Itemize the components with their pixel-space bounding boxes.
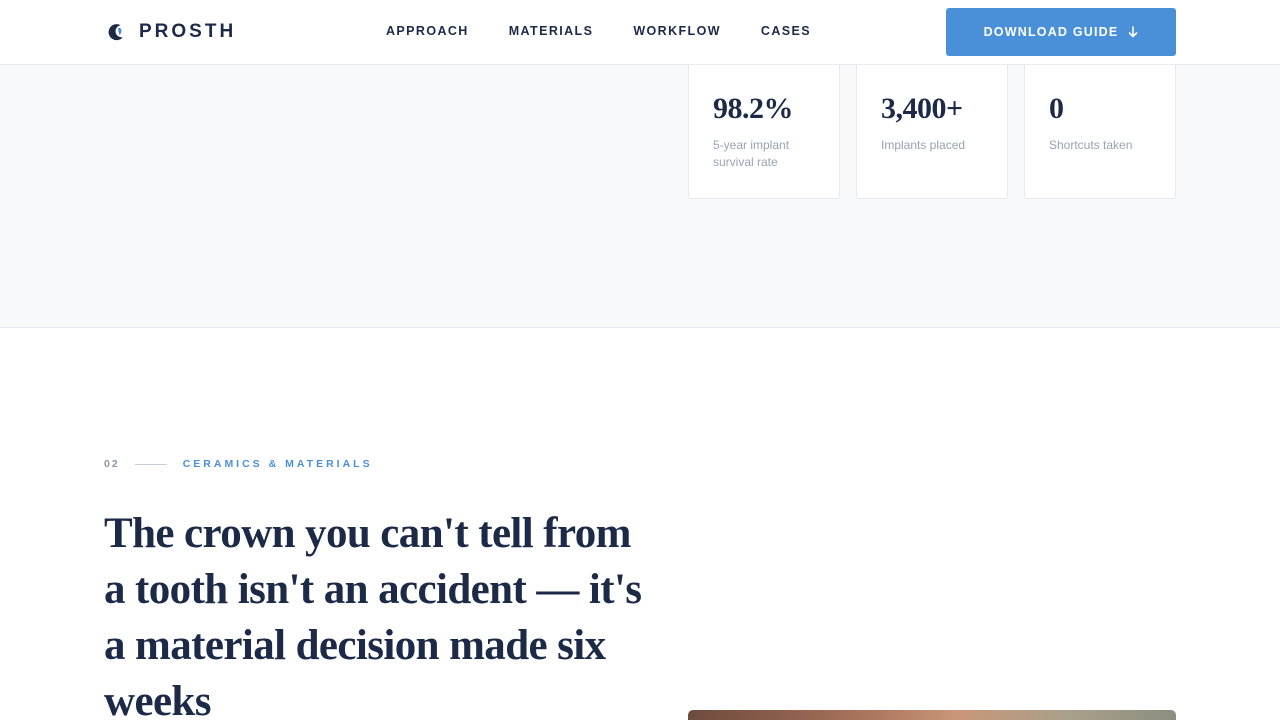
eyebrow-divider [134, 463, 167, 465]
stat-label: Shortcuts taken [1049, 138, 1133, 152]
stat-card-implants: 3,400+ Implants placed [856, 65, 1008, 199]
crescent-tooth-icon [108, 24, 123, 41]
nav-link-workflow[interactable]: WORKFLOW [633, 24, 721, 38]
nav-link-cases[interactable]: CASES [761, 24, 811, 38]
brand-logo[interactable]: PROSTH [107, 20, 236, 44]
stat-label: Implants placed [881, 138, 966, 152]
section-label: CERAMICS & MATERIALS [182, 458, 373, 470]
nav-link-approach[interactable]: APPROACH [386, 24, 469, 38]
section-headline: The crown you can't tell from a tooth is… [104, 510, 642, 720]
stat-value: 0 [1049, 92, 1064, 125]
stat-card-shortcuts: 0 Shortcuts taken [1024, 65, 1176, 199]
main-nav: APPROACH MATERIALS WORKFLOW CASES [386, 24, 811, 38]
arrow-down-icon [1129, 26, 1138, 38]
brand-name: PROSTH [139, 21, 237, 42]
stat-value: 3,400+ [881, 92, 963, 125]
stat-value: 98.2% [713, 92, 794, 125]
section-number: 02 [104, 458, 120, 470]
stat-label: 5-year implant survival rate [713, 138, 790, 169]
section-eyebrow: 02 CERAMICS & MATERIALS [104, 458, 373, 470]
materials-photo [688, 710, 1176, 720]
download-guide-label: DOWNLOAD GUIDE [983, 25, 1119, 39]
download-guide-button[interactable]: DOWNLOAD GUIDE [946, 8, 1176, 56]
nav-link-materials[interactable]: MATERIALS [509, 24, 594, 38]
site-header: PROSTH APPROACH MATERIALS WORKFLOW CASES… [0, 0, 1280, 65]
stat-card-survival: 98.2% 5-year implant survival rate [688, 65, 840, 199]
